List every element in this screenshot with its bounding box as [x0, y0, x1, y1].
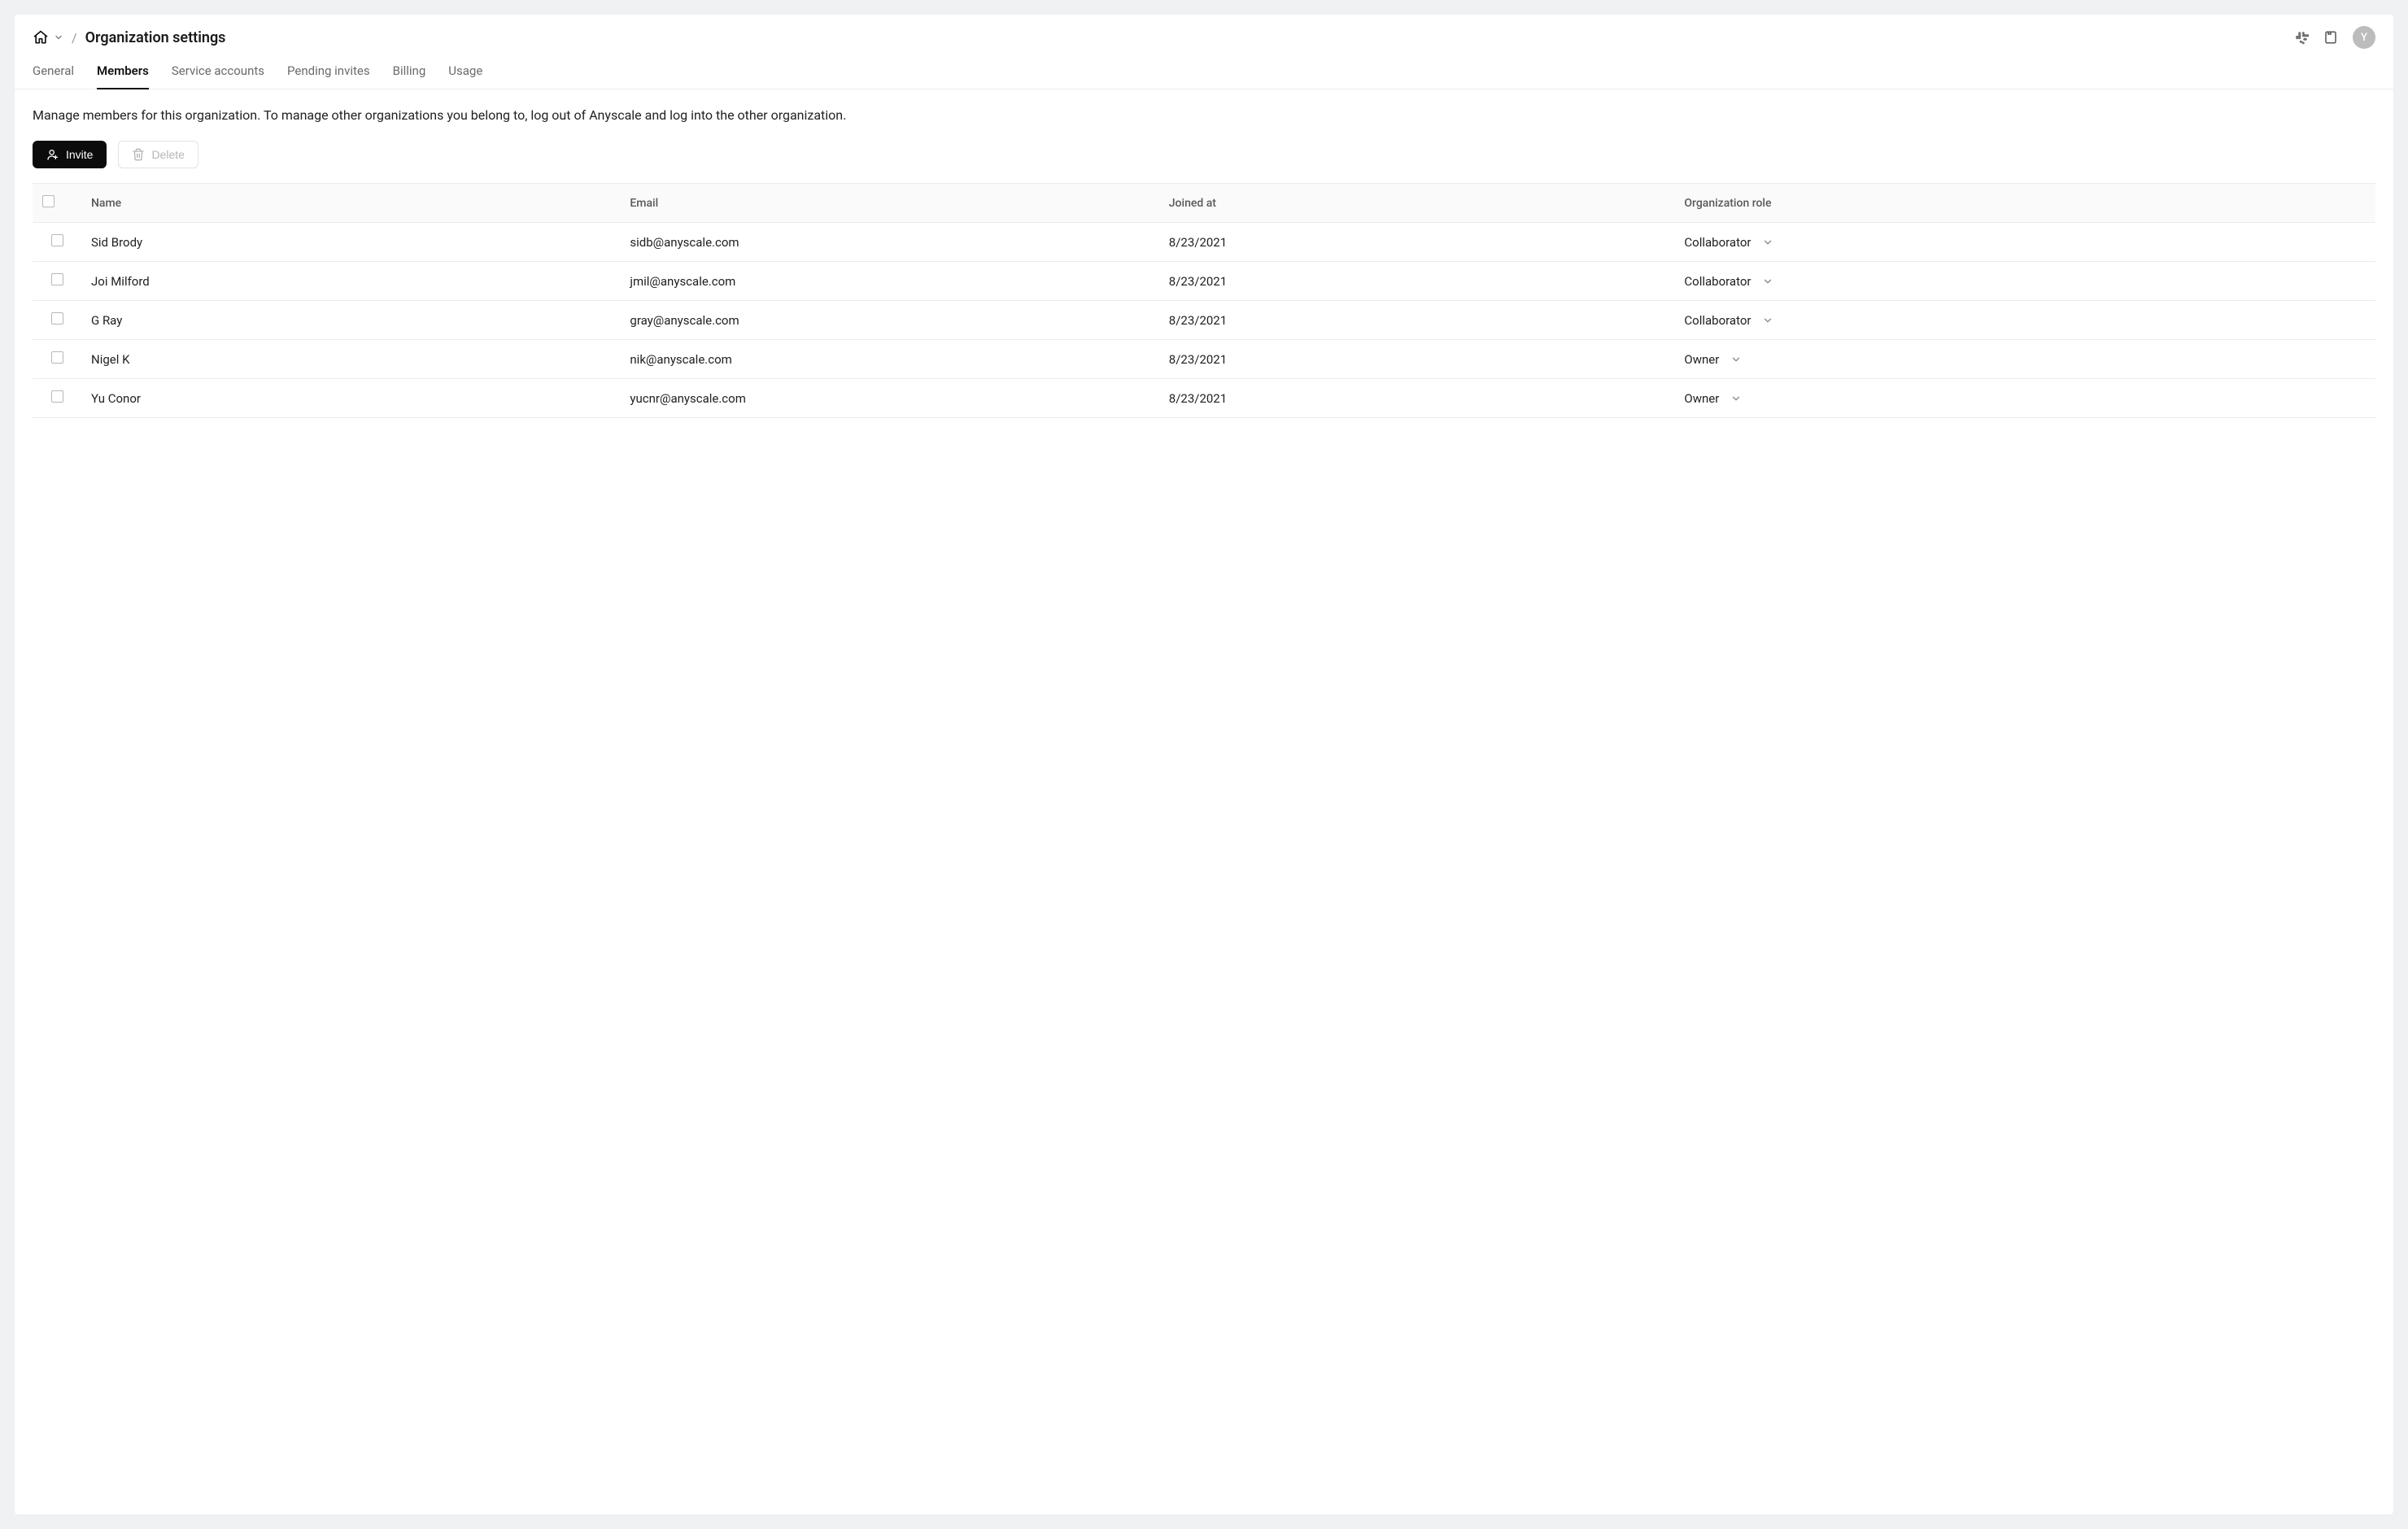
role-dropdown[interactable]: Owner [1684, 352, 2366, 367]
cell-joined: 8/23/2021 [1159, 379, 1675, 418]
cell-role: Collaborator [1674, 223, 2375, 262]
col-joined[interactable]: Joined at [1159, 184, 1675, 223]
col-name[interactable]: Name [81, 184, 620, 223]
row-select-cell [33, 262, 81, 301]
cell-name: Joi Milford [81, 262, 620, 301]
breadcrumb-separator: / [72, 30, 77, 46]
role-dropdown[interactable]: Collaborator [1684, 274, 2366, 289]
role-value: Collaborator [1684, 235, 1751, 250]
row-select-cell [33, 340, 81, 379]
invite-button[interactable]: Invite [33, 141, 107, 168]
table-row: Nigel Knik@anyscale.com8/23/2021 Owner [33, 340, 2375, 379]
tab-usage[interactable]: Usage [448, 63, 482, 89]
cell-role: Owner [1674, 379, 2375, 418]
row-checkbox[interactable] [51, 351, 63, 364]
tab-general[interactable]: General [33, 63, 74, 89]
table-row: Sid Brodysidb@anyscale.com8/23/2021 Colla… [33, 223, 2375, 262]
select-all-checkbox[interactable] [42, 195, 55, 207]
topbar: / Organization settings Y [15, 15, 2393, 49]
cell-email: nik@anyscale.com [620, 340, 1158, 379]
avatar[interactable]: Y [2353, 26, 2375, 49]
row-select-cell [33, 223, 81, 262]
select-all-header [33, 184, 81, 223]
role-dropdown[interactable]: Collaborator [1684, 313, 2366, 328]
slack-icon[interactable] [2294, 30, 2309, 45]
action-bar: Invite Delete [33, 141, 2375, 168]
chevron-down-icon [1762, 276, 1773, 287]
chevron-down-icon [1762, 237, 1773, 248]
cell-role: Collaborator [1674, 301, 2375, 340]
chevron-down-icon [1730, 354, 1742, 365]
tab-pending-invites[interactable]: Pending invites [287, 63, 370, 89]
user-plus-icon [46, 148, 59, 161]
cell-email: jmil@anyscale.com [620, 262, 1158, 301]
chevron-down-icon [1762, 315, 1773, 326]
cell-name: G Ray [81, 301, 620, 340]
col-email[interactable]: Email [620, 184, 1158, 223]
table-row: G Raygray@anyscale.com8/23/2021 Collabora… [33, 301, 2375, 340]
tabs: General Members Service accounts Pending in… [15, 49, 2393, 89]
content: Manage members for this organization. To… [15, 89, 2393, 436]
cell-joined: 8/23/2021 [1159, 301, 1675, 340]
chevron-down-icon [1730, 393, 1742, 404]
chevron-down-icon [54, 33, 63, 42]
docs-icon[interactable] [2323, 30, 2338, 45]
row-checkbox[interactable] [51, 312, 63, 325]
page-description: Manage members for this organization. To… [33, 107, 2375, 123]
cell-role: Collaborator [1674, 262, 2375, 301]
row-select-cell [33, 379, 81, 418]
delete-button[interactable]: Delete [118, 141, 198, 168]
invite-button-label: Invite [66, 148, 93, 161]
row-checkbox[interactable] [51, 390, 63, 403]
cell-joined: 8/23/2021 [1159, 340, 1675, 379]
tab-service-accounts[interactable]: Service accounts [172, 63, 264, 89]
home-button[interactable] [33, 29, 63, 46]
app-frame: / Organization settings Y General Members… [15, 15, 2393, 1514]
cell-name: Sid Brody [81, 223, 620, 262]
role-value: Owner [1684, 391, 1719, 406]
topbar-actions: Y [2294, 26, 2375, 49]
cell-name: Yu Conor [81, 379, 620, 418]
cell-email: sidb@anyscale.com [620, 223, 1158, 262]
cell-email: yucnr@anyscale.com [620, 379, 1158, 418]
row-checkbox[interactable] [51, 273, 63, 285]
tab-billing[interactable]: Billing [393, 63, 426, 89]
role-dropdown[interactable]: Owner [1684, 391, 2366, 406]
role-value: Owner [1684, 352, 1719, 367]
breadcrumb: / Organization settings [33, 29, 225, 46]
trash-icon [132, 148, 145, 161]
cell-joined: 8/23/2021 [1159, 262, 1675, 301]
home-icon [33, 29, 49, 46]
role-dropdown[interactable]: Collaborator [1684, 235, 2366, 250]
table-row: Yu Conoryucnr@anyscale.com8/23/2021 Owner [33, 379, 2375, 418]
table-row: Joi Milfordjmil@anyscale.com8/23/2021 Col… [33, 262, 2375, 301]
row-select-cell [33, 301, 81, 340]
tab-members[interactable]: Members [97, 63, 149, 89]
cell-email: gray@anyscale.com [620, 301, 1158, 340]
members-table: Name Email Joined at Organization role S… [33, 183, 2375, 418]
cell-role: Owner [1674, 340, 2375, 379]
cell-name: Nigel K [81, 340, 620, 379]
cell-joined: 8/23/2021 [1159, 223, 1675, 262]
role-value: Collaborator [1684, 313, 1751, 328]
role-value: Collaborator [1684, 274, 1751, 289]
row-checkbox[interactable] [51, 234, 63, 246]
col-role[interactable]: Organization role [1674, 184, 2375, 223]
delete-button-label: Delete [151, 148, 184, 161]
page-title: Organization settings [85, 29, 226, 46]
table-header-row: Name Email Joined at Organization role [33, 184, 2375, 223]
